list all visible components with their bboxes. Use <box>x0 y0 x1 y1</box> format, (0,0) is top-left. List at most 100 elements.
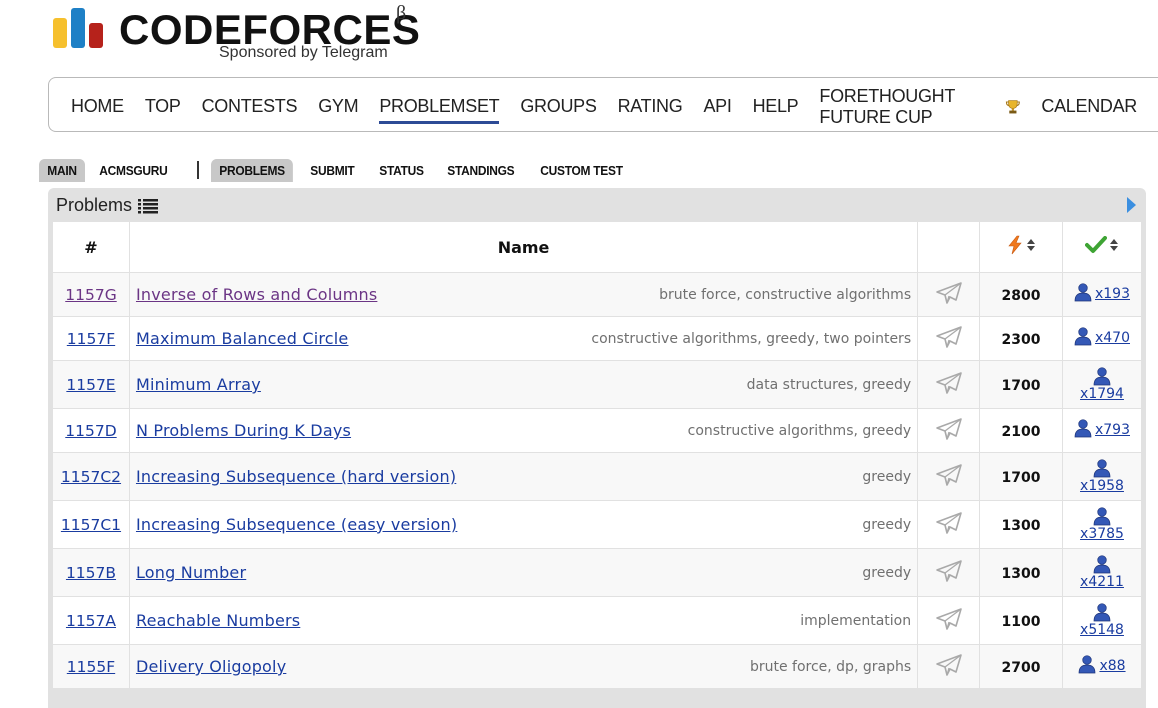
solved-count-link[interactable]: x88 <box>1078 655 1126 674</box>
submenu-problems[interactable]: PROBLEMS <box>211 158 294 182</box>
submit-paper-plane-icon[interactable] <box>935 417 963 441</box>
submenu-custom-test[interactable]: CUSTOM TEST <box>532 159 631 182</box>
problem-tags: constructive algorithms, greedy, two poi… <box>591 330 912 347</box>
submenu-submit[interactable]: SUBMIT <box>302 159 363 182</box>
problem-tags: greedy <box>862 468 912 485</box>
problem-name-link[interactable]: Inverse of Rows and Columns <box>136 285 377 304</box>
menu-gym[interactable]: GYM <box>318 92 358 117</box>
submit-paper-plane-icon[interactable] <box>935 607 963 631</box>
problem-tags: constructive algorithms, greedy <box>687 422 912 439</box>
menu-calendar[interactable]: CALENDAR <box>1041 92 1137 117</box>
menu-rating[interactable]: RATING <box>618 92 683 117</box>
solved-count-link[interactable]: x470 <box>1074 327 1130 346</box>
submit-paper-plane-icon[interactable] <box>935 559 963 583</box>
menu-api[interactable]: API <box>703 92 731 117</box>
submit-paper-plane-icon[interactable] <box>935 325 963 349</box>
submit-paper-plane-icon[interactable] <box>935 653 963 677</box>
problem-name-link[interactable]: Long Number <box>136 563 246 582</box>
solved-count: x193 <box>1094 286 1130 302</box>
submenu-acmsguru[interactable]: ACMSGURU <box>91 159 176 182</box>
submit-paper-plane-icon[interactable] <box>935 371 963 395</box>
problem-id-link[interactable]: 1157A <box>66 612 116 630</box>
submit-paper-plane-icon[interactable] <box>935 281 963 305</box>
user-icon <box>1079 655 1096 674</box>
problem-row: 1157E Minimum Array data structures, gre… <box>52 360 1142 409</box>
problem-difficulty: 2700 <box>1001 659 1041 676</box>
problem-name-link[interactable]: Maximum Balanced Circle <box>136 329 349 348</box>
lightning-icon <box>1008 235 1022 255</box>
user-icon <box>1093 603 1111 622</box>
problem-tags: brute force, constructive algorithms <box>659 286 912 303</box>
problem-id-link[interactable]: 1157G <box>65 286 116 304</box>
menu-problemset[interactable]: PROBLEMSET <box>379 92 500 124</box>
main-menu: HOME TOP CONTESTS GYM PROBLEMSET GROUPS … <box>48 77 1158 132</box>
user-icon <box>1074 419 1092 438</box>
next-page-arrow-icon[interactable] <box>1127 197 1136 213</box>
second-level-menu: MAIN ACMSGURU PROBLEMS SUBMIT STATUS STA… <box>39 157 641 183</box>
problem-row: 1157C1 Increasing Subsequence (easy vers… <box>52 500 1142 549</box>
menu-top[interactable]: TOP <box>145 92 181 117</box>
problem-name-link[interactable]: Delivery Oligopoly <box>136 657 286 676</box>
codeforces-logo[interactable]: CODEFORCES β Sponsored by Telegram <box>53 2 433 68</box>
problem-name-link[interactable]: Minimum Array <box>136 375 261 394</box>
problem-name-link[interactable]: Reachable Numbers <box>136 611 300 630</box>
menu-contests[interactable]: CONTESTS <box>202 92 298 117</box>
list-icon[interactable] <box>138 198 159 214</box>
problem-tags: greedy <box>862 564 912 581</box>
submenu-standings[interactable]: STANDINGS <box>439 159 523 182</box>
solved-count-link[interactable]: x1794 <box>1080 367 1124 402</box>
problem-tags: data structures, greedy <box>746 376 912 393</box>
problem-id-link[interactable]: 1157D <box>65 422 116 440</box>
solved-count-link[interactable]: x4211 <box>1080 555 1124 590</box>
user-icon <box>1074 327 1092 346</box>
problem-difficulty: 1300 <box>1001 517 1041 534</box>
header-id[interactable]: # <box>52 221 130 273</box>
problem-difficulty: 1300 <box>1001 565 1041 582</box>
solved-count-link[interactable]: x793 <box>1074 419 1130 438</box>
problem-row: 1157A Reachable Numbers implementation 1… <box>52 596 1142 645</box>
solved-count: x88 <box>1099 658 1126 674</box>
solved-count: x5148 <box>1080 622 1124 638</box>
menu-home[interactable]: HOME <box>71 92 124 117</box>
submit-paper-plane-icon[interactable] <box>935 463 963 487</box>
user-icon <box>1093 367 1111 386</box>
menu-forethought-future-cup[interactable]: FORETHOUGHT FUTURE CUP <box>819 82 1020 128</box>
logo-sponsor: Sponsored by Telegram <box>219 44 388 61</box>
problem-tags: implementation <box>800 612 912 629</box>
problems-title: Problems <box>56 195 159 216</box>
problem-tags: greedy <box>862 516 912 533</box>
solved-count-link[interactable]: x5148 <box>1080 603 1124 638</box>
sort-icon[interactable] <box>1109 239 1119 251</box>
sort-icon[interactable] <box>1026 239 1036 251</box>
header-solved[interactable] <box>1062 221 1142 273</box>
menu-groups[interactable]: GROUPS <box>520 92 597 117</box>
solved-count-link[interactable]: x1958 <box>1080 459 1124 494</box>
submenu-main[interactable]: MAIN <box>39 158 86 182</box>
problem-difficulty: 2300 <box>1001 331 1041 348</box>
header-difficulty[interactable] <box>979 221 1063 273</box>
problem-name-link[interactable]: Increasing Subsequence (hard version) <box>136 467 456 486</box>
user-icon <box>1093 507 1111 526</box>
problem-name-link[interactable]: N Problems During K Days <box>136 421 351 440</box>
problems-panel: Problems # Name 1157G Inverse of Rows an… <box>48 188 1146 708</box>
solved-count: x470 <box>1094 330 1130 346</box>
solved-count: x793 <box>1094 422 1130 438</box>
solved-count: x4211 <box>1080 574 1124 590</box>
menu-help[interactable]: HELP <box>753 92 799 117</box>
problem-tags: brute force, dp, graphs <box>749 658 912 675</box>
problem-id-link[interactable]: 1157E <box>66 376 115 394</box>
logo-beta: β <box>396 2 407 24</box>
submit-paper-plane-icon[interactable] <box>935 511 963 535</box>
problem-id-link[interactable]: 1157B <box>66 564 116 582</box>
submenu-status[interactable]: STATUS <box>371 159 432 182</box>
solved-count-link[interactable]: x193 <box>1074 283 1130 302</box>
problem-id-link[interactable]: 1155F <box>67 658 115 676</box>
problem-name-link[interactable]: Increasing Subsequence (easy version) <box>136 515 457 534</box>
problem-id-link[interactable]: 1157C1 <box>61 516 121 534</box>
problem-row: 1157G Inverse of Rows and Columns brute … <box>52 272 1142 317</box>
problem-id-link[interactable]: 1157C2 <box>61 468 121 486</box>
problem-id-link[interactable]: 1157F <box>67 330 115 348</box>
solved-count-link[interactable]: x3785 <box>1080 507 1124 542</box>
header-name[interactable]: Name <box>128 221 919 273</box>
problem-row: 1157D N Problems During K Days construct… <box>52 408 1142 453</box>
